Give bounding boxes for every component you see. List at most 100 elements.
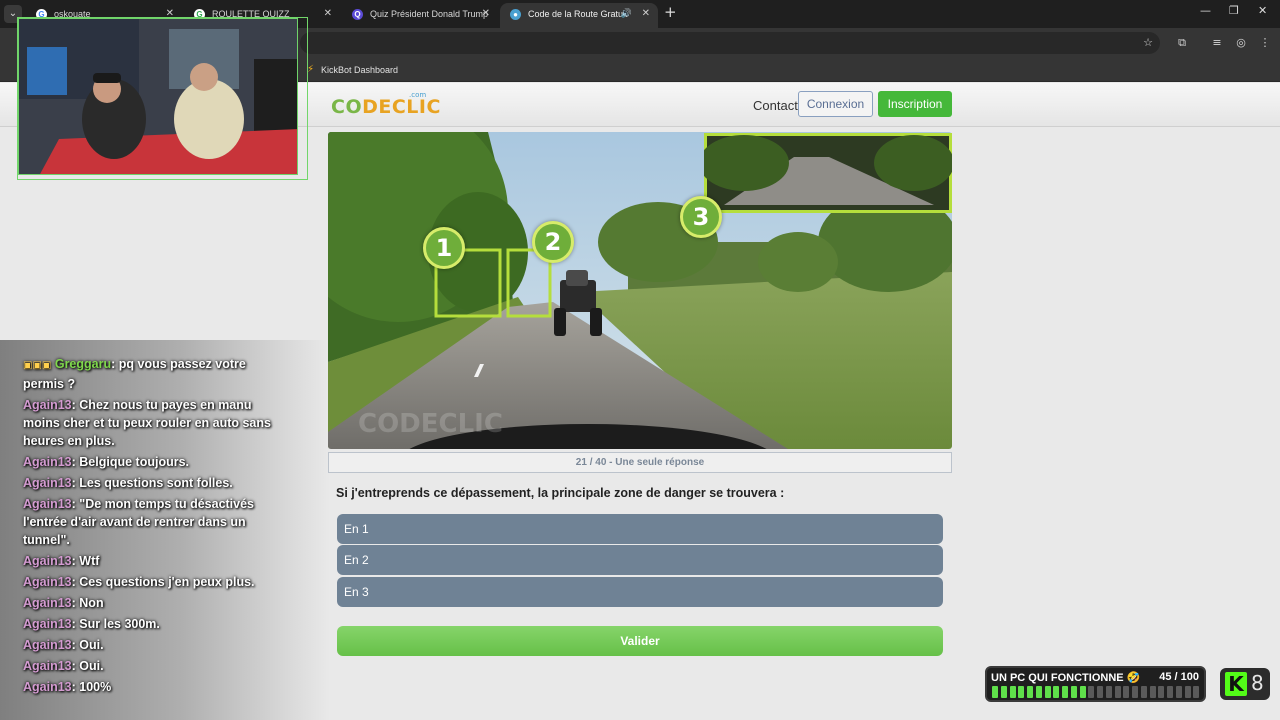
goal-segment	[1132, 686, 1138, 698]
webcam-overlay	[18, 18, 298, 175]
goal-segment	[1097, 686, 1103, 698]
tab-quiz-president[interactable]: Q Quiz Président Donald Trump ✕	[342, 3, 498, 28]
zone-marker-2: 2	[532, 221, 574, 263]
bookmark-star-icon[interactable]: ☆	[1141, 36, 1155, 50]
tab-code-de-la-route[interactable]: ● Code de la Route Gratuit 🔊 ✕	[500, 3, 658, 28]
goal-title: UN PC QUI FONCTIONNE 🤣	[991, 672, 1141, 684]
chat-message: Again13: Wtf	[23, 554, 100, 568]
bookmark-kickbot[interactable]: ⚡ KickBot Dashboard	[307, 63, 398, 77]
answer-option-2[interactable]: En 2	[337, 545, 943, 575]
tab-title: Quiz Président Donald Trump	[370, 9, 489, 19]
validate-button[interactable]: Valider	[337, 626, 943, 656]
goal-segment	[1184, 686, 1191, 698]
chat-username: Greggaru	[54, 357, 112, 371]
chat-message: Again13: 100%	[23, 680, 112, 694]
chat-message: Again13: Belgique toujours.	[23, 455, 190, 469]
close-icon[interactable]: ✕	[642, 3, 650, 25]
goal-segment	[1123, 686, 1130, 698]
goal-segment	[1018, 686, 1025, 698]
question-text: Si j'entreprends ce dépassement, la prin…	[336, 486, 785, 500]
zone-marker-3: 3	[680, 196, 722, 238]
chat-message: Again13: "De mon temps tu désactivés l'e…	[23, 497, 255, 547]
media-control-icon[interactable]: ≡	[1210, 36, 1224, 50]
goal-segment	[1027, 686, 1033, 698]
goal-segment	[1158, 686, 1165, 698]
chat-username: Again13	[23, 575, 72, 589]
chat-username: Again13	[23, 680, 72, 694]
chat-text: Ces questions j'en peux plus.	[79, 575, 255, 589]
goal-segment	[1000, 686, 1007, 698]
chat-message: Again13: Sur les 300m.	[23, 617, 160, 631]
goal-segment	[992, 686, 998, 698]
chat-message: ▣▣▣ Greggaru: pq vous passez votre permi…	[23, 357, 246, 391]
chat-overlay: ▣▣▣ Greggaru: pq vous passez votre permi…	[23, 355, 275, 699]
chat-text: 100%	[79, 680, 112, 694]
goal-progress-bar	[992, 686, 1202, 698]
goal-segment	[1079, 686, 1086, 698]
answer-option-1[interactable]: En 1	[337, 514, 943, 544]
chat-username: Again13	[23, 638, 72, 652]
chat-username: Again13	[23, 476, 72, 490]
chat-message: Again13: Non	[23, 596, 104, 610]
chat-username: Again13	[23, 398, 72, 412]
goal-segment	[1062, 686, 1068, 698]
chat-message: Again13: Oui.	[23, 659, 104, 673]
goal-segment	[1044, 686, 1051, 698]
speaker-icon[interactable]: 🔊	[621, 3, 632, 25]
quiz-site-icon: Q	[352, 9, 363, 20]
chat-username: Again13	[23, 497, 72, 511]
menu-dots-icon[interactable]: ⋮	[1258, 36, 1272, 50]
logo-tld: .com	[409, 91, 427, 99]
chat-badges-icon: ▣▣▣	[23, 360, 52, 371]
goal-segment	[1070, 686, 1077, 698]
new-tab-plus-icon[interactable]: +	[664, 3, 677, 21]
window-close-icon[interactable]: ✕	[1258, 4, 1267, 17]
rear-view-mirror-zone	[704, 133, 952, 213]
kick-viewer-count: 8	[1251, 671, 1264, 695]
goal-segment	[1105, 686, 1112, 698]
chat-text: Les questions sont folles.	[79, 476, 233, 490]
chat-username: Again13	[23, 596, 72, 610]
goal-segment	[1088, 686, 1095, 698]
goal-count: 45 / 100	[1159, 671, 1199, 683]
contact-link[interactable]: Contact	[753, 98, 798, 113]
chat-message: Again13: Chez nous tu payes en manu moin…	[23, 398, 271, 448]
omnibox[interactable]	[300, 32, 1160, 54]
chat-message: Again13: Ces questions j'en peux plus.	[23, 575, 255, 589]
minimize-icon[interactable]: —	[1200, 4, 1211, 17]
restore-icon[interactable]: ❐	[1229, 4, 1239, 17]
question-progress: 21 / 40 - Une seule réponse	[328, 452, 952, 473]
lightning-icon: ⚡	[307, 64, 315, 75]
goal-segment	[1035, 686, 1042, 698]
close-icon[interactable]: ✕	[324, 3, 332, 25]
chat-message: Again13: Les questions sont folles.	[23, 476, 233, 490]
login-button[interactable]: Connexion	[798, 91, 873, 117]
chat-text: Oui.	[79, 659, 104, 673]
goal-segment	[1167, 686, 1173, 698]
chat-text: Wtf	[79, 554, 100, 568]
goal-segment	[1009, 686, 1016, 698]
goal-segment	[1140, 686, 1147, 698]
answer-option-3[interactable]: En 3	[337, 577, 943, 607]
tab-title: Code de la Route Gratuit	[528, 9, 628, 19]
chat-message: Again13: Oui.	[23, 638, 104, 652]
zone-marker-1: 1	[423, 227, 465, 269]
codeclic-logo[interactable]: CODECLIC	[331, 96, 441, 118]
chat-text: Belgique toujours.	[79, 455, 190, 469]
goal-segment	[1149, 686, 1156, 698]
extensions-icon[interactable]: ⧉	[1175, 36, 1189, 50]
chat-text: Oui.	[79, 638, 104, 652]
chat-username: Again13	[23, 617, 72, 631]
logo-part-2: DECLIC	[362, 96, 441, 118]
profile-icon[interactable]: ◎	[1234, 36, 1248, 50]
close-icon[interactable]: ✕	[482, 3, 490, 25]
chat-text: Sur les 300m.	[79, 617, 160, 631]
chat-username: Again13	[23, 554, 72, 568]
goal-segment	[1193, 686, 1200, 698]
goal-segment	[1114, 686, 1121, 698]
goal-segment	[1175, 686, 1182, 698]
signup-button[interactable]: Inscription	[878, 91, 952, 117]
donation-goal-widget: UN PC QUI FONCTIONNE 🤣 45 / 100	[985, 666, 1206, 702]
svg-text:CODECLIC: CODECLIC	[358, 409, 503, 439]
bookmark-label: KickBot Dashboard	[321, 65, 399, 75]
